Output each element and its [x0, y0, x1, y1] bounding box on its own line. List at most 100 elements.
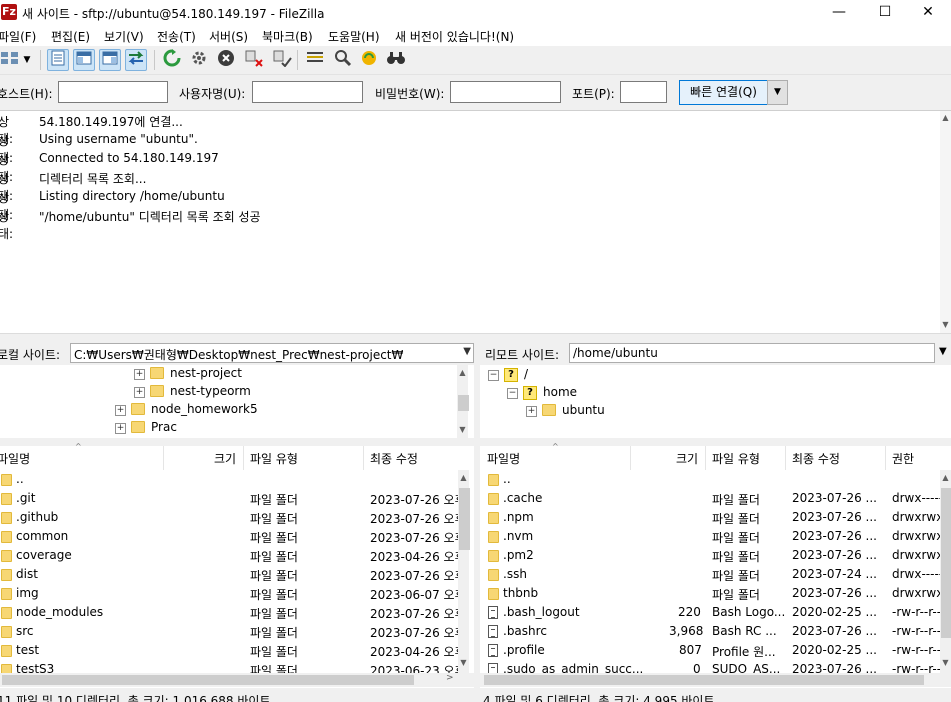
refresh-icon[interactable] [161, 49, 183, 71]
tree-node[interactable]: − ? / [480, 366, 940, 384]
quickconnect-button[interactable]: 빠른 연결(Q) [679, 80, 768, 105]
toggle-transfer-queue-icon[interactable] [125, 49, 147, 71]
menu-transfer[interactable]: 전송(T) [157, 28, 196, 45]
column-divider[interactable] [785, 446, 786, 470]
username-input[interactable] [252, 81, 363, 103]
column-size[interactable]: 크기 [676, 450, 698, 467]
column-divider[interactable] [163, 446, 164, 470]
list-item[interactable]: thbnb파일 폴더2023-07-26 ...drwxrwxr-x [480, 584, 951, 603]
process-queue-icon[interactable] [188, 49, 210, 71]
dropdown-arrow-icon[interactable]: ▼ [20, 49, 34, 71]
collapse-icon[interactable]: − [507, 388, 518, 399]
expand-icon[interactable]: + [526, 406, 537, 417]
scroll-up-arrow-icon[interactable]: ▲ [940, 111, 951, 125]
scroll-down-arrow-icon[interactable]: ▼ [940, 656, 951, 670]
scroll-thumb[interactable] [941, 488, 951, 638]
search-icon[interactable] [332, 49, 354, 71]
quickconnect-history-dropdown[interactable]: ▼ [767, 80, 788, 105]
chevron-down-icon[interactable]: ▼ [939, 346, 947, 357]
tree-node[interactable]: + nest-typeorm [0, 383, 456, 401]
tree-node[interactable]: − ? home [480, 384, 940, 402]
menu-view[interactable]: 보기(V) [104, 28, 144, 45]
list-item[interactable]: .npm파일 폴더2023-07-26 ...drwxrwxr-x [480, 508, 951, 527]
list-item[interactable]: .github 파일 폴더 2023-07-26 오후 [0, 508, 466, 527]
column-filename[interactable]: 파일명 [487, 450, 520, 467]
column-divider[interactable] [630, 446, 631, 470]
disconnect-icon[interactable] [243, 49, 265, 71]
tree-node[interactable]: + nest-project [0, 365, 456, 383]
column-divider[interactable] [363, 446, 364, 470]
tree-node[interactable]: + ubuntu [480, 402, 940, 420]
column-size[interactable]: 크기 [214, 450, 236, 467]
list-item[interactable]: .. [480, 470, 940, 489]
column-filetype[interactable]: 파일 유형 [712, 450, 760, 467]
collapse-icon[interactable]: − [488, 370, 499, 381]
list-item[interactable]: common 파일 폴더 2023-07-26 오후 [0, 527, 466, 546]
tree-node[interactable]: + node_homework5 [0, 401, 456, 419]
scroll-up-arrow-icon[interactable]: ▲ [940, 471, 951, 485]
column-divider[interactable] [705, 446, 706, 470]
filter-icon[interactable] [304, 49, 326, 71]
toggle-remote-tree-icon[interactable] [99, 49, 121, 71]
reconnect-icon[interactable] [271, 49, 293, 71]
list-item[interactable]: .cache 파일 폴더 2023-07-26 ... drwx------ [480, 489, 947, 508]
list-item[interactable]: .bash_logout 220 Bash Logo... 2020-02-25 ..… [480, 603, 941, 622]
menu-file[interactable]: 파일(F) [0, 28, 36, 45]
scroll-down-arrow-icon[interactable]: ▼ [940, 318, 951, 332]
list-item[interactable]: dist 파일 폴더 2023-07-26 오후 [0, 565, 466, 584]
port-input[interactable] [620, 81, 667, 103]
column-divider[interactable] [885, 446, 886, 470]
cancel-icon[interactable] [215, 49, 237, 71]
list-item[interactable]: coverage 파일 폴더 2023-04-26 오후 [0, 546, 466, 565]
binoculars-icon[interactable] [385, 49, 407, 71]
remote-list-hscrollbar[interactable] [480, 673, 951, 687]
list-item[interactable]: .profile 807 Profile 원... 2020-02-25 ... -rw… [480, 641, 941, 660]
password-input[interactable] [450, 81, 561, 103]
list-item[interactable]: test 파일 폴더 2023-04-26 오후 [0, 641, 466, 660]
scroll-down-arrow-icon[interactable]: ▼ [458, 656, 469, 670]
expand-icon[interactable]: + [134, 387, 145, 398]
close-button[interactable]: ✕ [905, 0, 951, 26]
host-input[interactable] [58, 81, 168, 103]
site-manager-icon[interactable] [0, 49, 20, 71]
local-tree-scrollbar[interactable]: ▲ ▼ [457, 365, 469, 438]
toggle-message-log-icon[interactable] [47, 49, 69, 71]
expand-icon[interactable]: + [115, 423, 126, 434]
column-modified[interactable]: 최종 수정 [370, 450, 418, 467]
log-scrollbar[interactable]: ▲ ▼ [940, 111, 951, 333]
list-item[interactable]: src 파일 폴더 2023-07-26 오후 [0, 622, 466, 641]
column-permissions[interactable]: 권한 [892, 450, 914, 467]
scroll-thumb[interactable] [484, 675, 924, 685]
list-item[interactable]: .ssh 파일 폴더 2023-07-24 ... drwx------ [480, 565, 947, 584]
scroll-down-arrow-icon[interactable]: ▼ [457, 423, 468, 437]
list-item[interactable]: .pm2파일 폴더2023-07-26 ...drwxrwxr-x [480, 546, 951, 565]
remote-splitter[interactable] [480, 438, 951, 446]
remote-path-combobox[interactable]: /home/ubuntu [569, 343, 935, 363]
scroll-up-arrow-icon[interactable]: ▲ [457, 366, 468, 380]
menu-server[interactable]: 서버(S) [209, 28, 248, 45]
list-item[interactable]: node_modules 파일 폴더 2023-07-26 오후 [0, 603, 466, 622]
menu-bookmarks[interactable]: 북마크(B) [262, 28, 313, 45]
column-filetype[interactable]: 파일 유형 [250, 450, 298, 467]
chevron-down-icon[interactable]: ▼ [463, 346, 471, 357]
scroll-thumb[interactable] [458, 395, 469, 411]
expand-icon[interactable]: + [115, 405, 126, 416]
local-path-combobox[interactable]: C:₩Users₩권태형₩Desktop₩nest_Prec₩nest-proj… [70, 343, 474, 363]
column-modified[interactable]: 최종 수정 [792, 450, 840, 467]
local-splitter[interactable] [0, 438, 474, 446]
tree-node[interactable]: + Prac [0, 419, 456, 437]
column-divider[interactable] [243, 446, 244, 470]
scroll-thumb[interactable] [459, 488, 470, 550]
remote-list-vscrollbar[interactable]: ▲ ▼ [940, 470, 951, 673]
minimize-button[interactable]: — [816, 0, 862, 26]
maximize-button[interactable]: ☐ [862, 0, 908, 26]
list-item[interactable]: .sudo_as_admin_succ... 0 SUDO_AS... 2023-07… [480, 660, 941, 673]
list-item[interactable]: .. [0, 470, 458, 489]
local-list-hscrollbar[interactable]: > [0, 673, 474, 687]
scroll-right-arrow-icon[interactable]: > [446, 673, 454, 683]
menu-help[interactable]: 도움말(H) [328, 28, 380, 45]
list-item[interactable]: img 파일 폴더 2023-06-07 오후 [0, 584, 466, 603]
list-item[interactable]: .nvm파일 폴더2023-07-26 ...drwxrwxr-x [480, 527, 951, 546]
list-item[interactable]: testS3 파일 폴더 2023-06-23 오후 [0, 660, 466, 673]
menu-new-version[interactable]: 새 버전이 있습니다!(N) [395, 28, 514, 45]
